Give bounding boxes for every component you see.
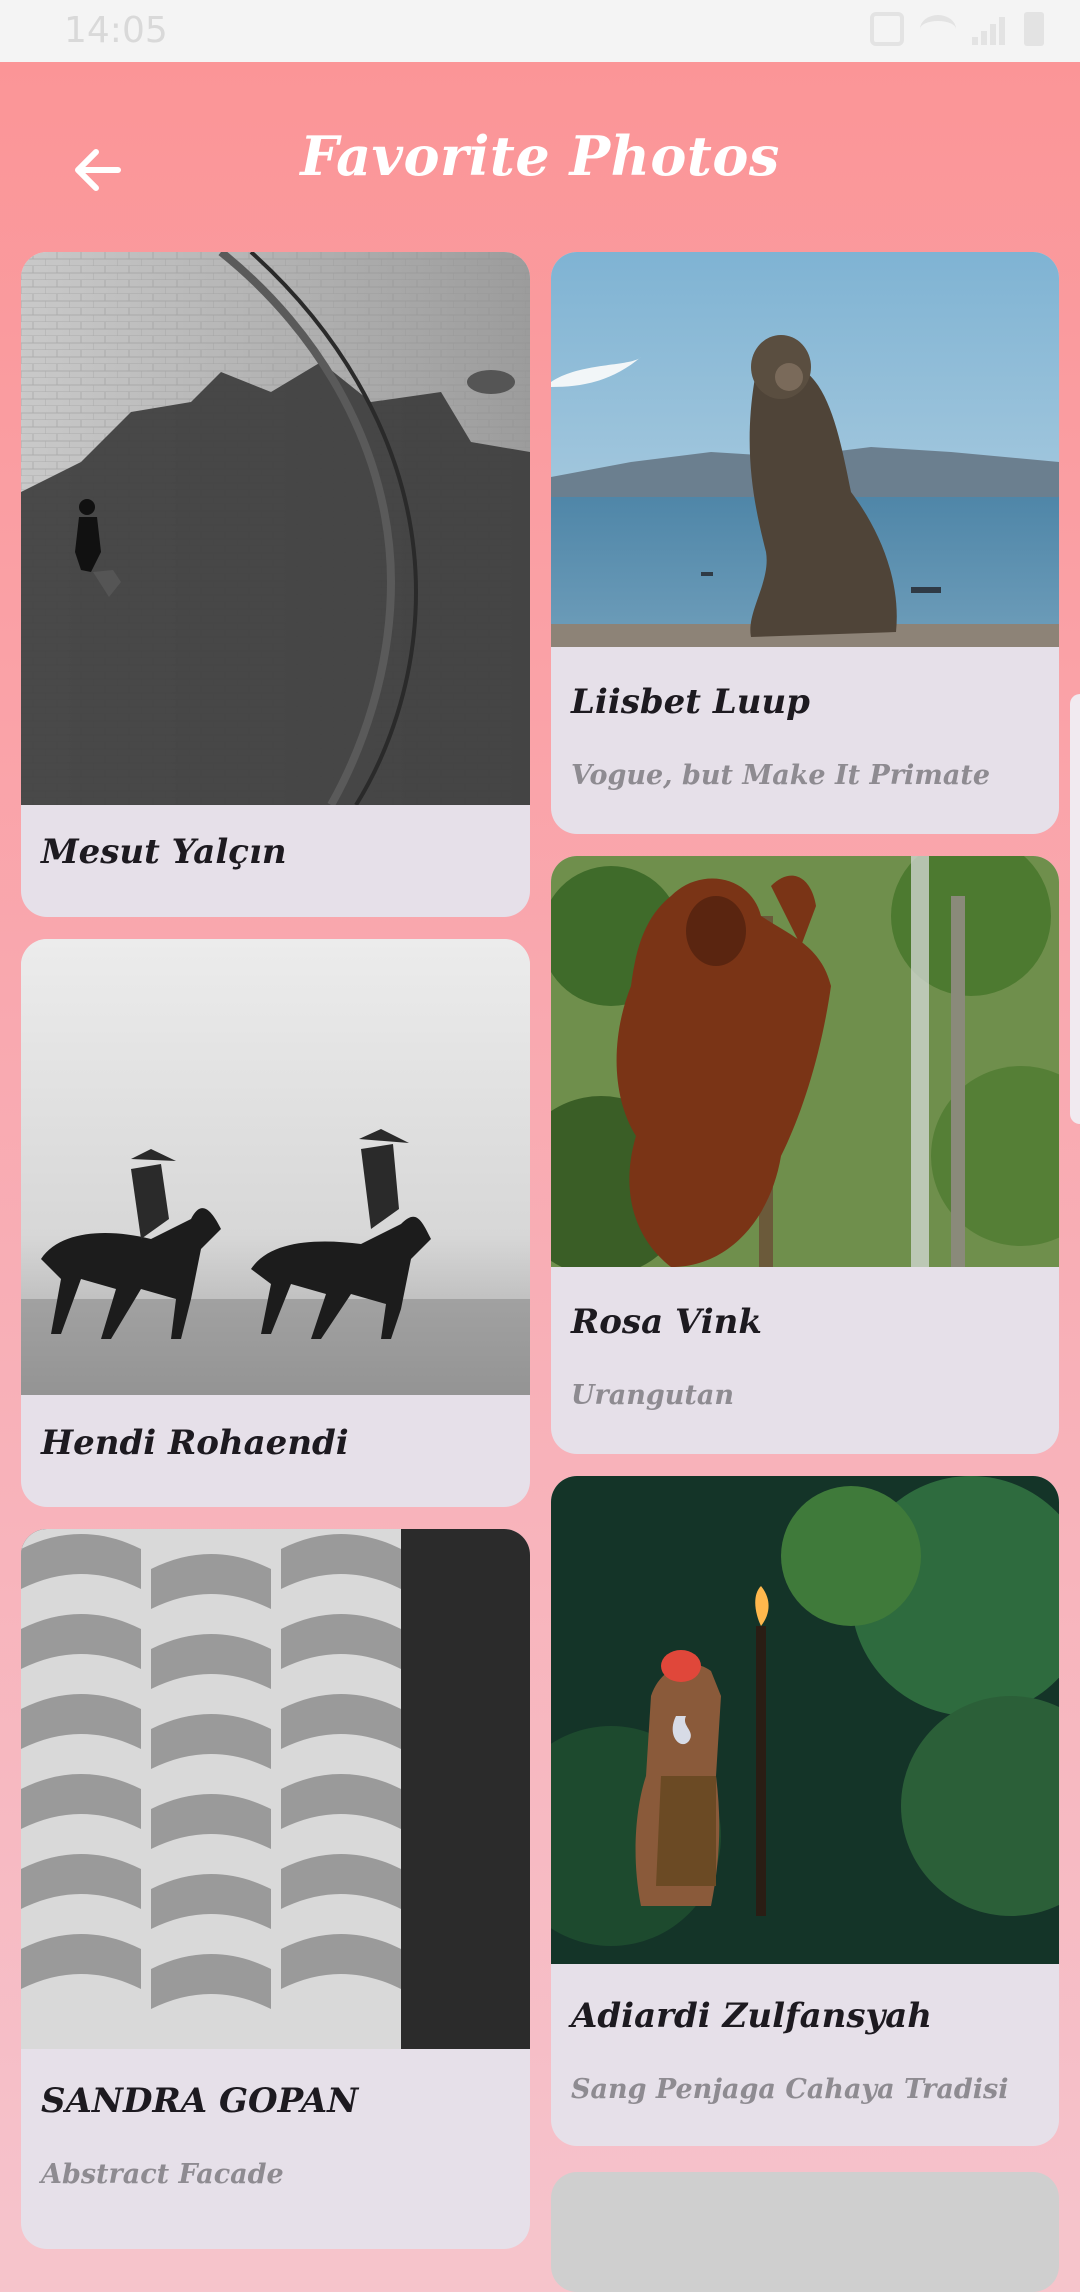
photographer-name: Liisbet Luup [571, 682, 810, 722]
photo-subtitle: Urangutan [571, 1380, 735, 1411]
photo-image [551, 1476, 1059, 1964]
photographer-name: SANDRA GOPAN [41, 2081, 359, 2121]
photo-card[interactable]: Hendi Rohaendi [21, 939, 530, 1507]
page-title: Favorite Photos [300, 124, 780, 188]
photo-image [21, 1529, 530, 2049]
status-bar: 14:05 [0, 0, 1080, 62]
battery-icon [1024, 12, 1044, 46]
app-bar: Favorite Photos [0, 62, 1080, 252]
photo-card-partial[interactable] [551, 2172, 1059, 2292]
status-time: 14:05 [64, 10, 168, 51]
photo-subtitle: Abstract Facade [41, 2159, 284, 2190]
photo-card[interactable]: SANDRA GOPAN Abstract Facade [21, 1529, 530, 2249]
photo-image [21, 939, 530, 1395]
edge-panel-handle[interactable] [1070, 694, 1080, 1124]
photo-card[interactable]: Adiardi Zulfansyah Sang Penjaga Cahaya T… [551, 1476, 1059, 2146]
photo-card[interactable]: Mesut Yalçın [21, 252, 530, 917]
photo-subtitle: Sang Penjaga Cahaya Tradisi [571, 2074, 1009, 2105]
photo-image [551, 856, 1059, 1267]
photographer-name: Hendi Rohaendi [41, 1423, 349, 1463]
wifi-icon [920, 15, 956, 43]
photo-card[interactable]: Rosa Vink Urangutan [551, 856, 1059, 1454]
photographer-name: Mesut Yalçın [41, 832, 287, 872]
photo-subtitle: Vogue, but Make It Primate [571, 760, 991, 791]
photographer-name: Adiardi Zulfansyah [571, 1996, 933, 2036]
photo-card[interactable]: Liisbet Luup Vogue, but Make It Primate [551, 252, 1059, 834]
photo-image [551, 252, 1059, 647]
signal-icon [972, 13, 1008, 45]
mute-icon [870, 12, 904, 46]
photographer-name: Rosa Vink [571, 1302, 762, 1342]
photo-image [21, 252, 530, 805]
